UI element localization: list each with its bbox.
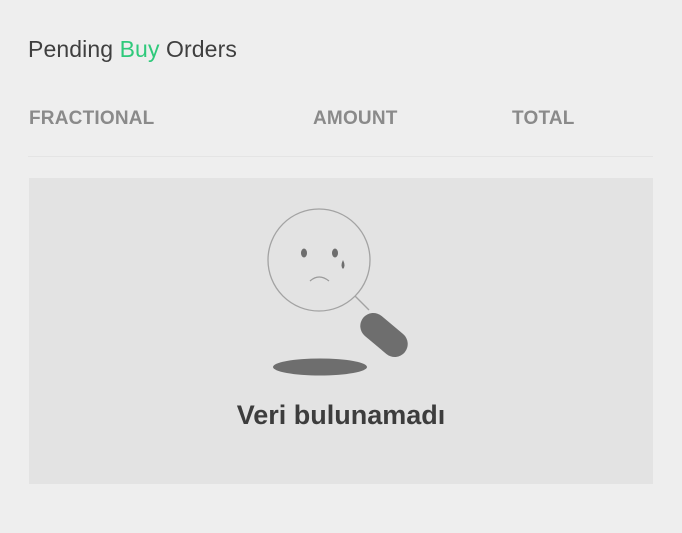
- title-prefix: Pending: [28, 36, 120, 62]
- column-header-total[interactable]: TOTAL: [512, 108, 575, 130]
- column-header-amount[interactable]: AMOUNT: [313, 108, 398, 130]
- title-suffix: Orders: [159, 36, 237, 62]
- title-accent: Buy: [119, 36, 160, 62]
- no-data-magnifier-icon: [267, 208, 408, 376]
- column-header-fractional[interactable]: FRACTIONAL: [29, 108, 154, 130]
- page-title: Pending Buy Orders: [28, 36, 237, 63]
- empty-state-panel: Veri bulunamadı: [29, 178, 653, 484]
- empty-state-message: Veri bulunamadı: [236, 400, 446, 430]
- header-divider: [28, 156, 653, 157]
